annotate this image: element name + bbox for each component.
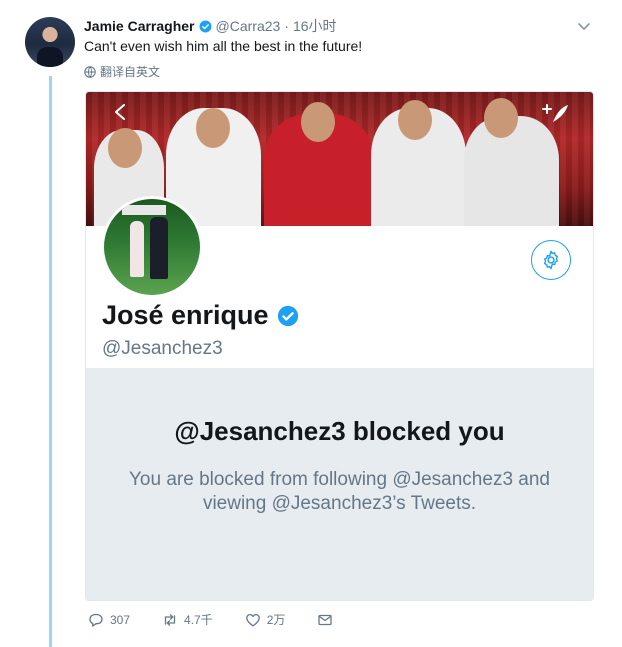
author-handle[interactable]: @Carra23: [216, 18, 281, 34]
tweet-header: Jamie Carragher @Carra23 · 16小时: [84, 16, 337, 36]
profile-display-name: José enrique: [102, 300, 269, 330]
like-count: 2万: [266, 613, 286, 627]
embedded-profile-screenshot[interactable]: José enrique @Jesanchez3 @Jesanchez3 blo…: [85, 91, 594, 601]
back-arrow-icon[interactable]: [114, 104, 126, 120]
gear-icon: [543, 250, 559, 270]
blocked-title: @Jesanchez3 blocked you: [174, 416, 505, 446]
settings-button[interactable]: [531, 240, 571, 280]
reply-count: 307: [110, 612, 131, 627]
blocked-message: You are blocked from following @Jesanche…: [128, 469, 550, 514]
direct-message-button[interactable]: [317, 612, 333, 628]
retweet-icon: [164, 613, 176, 626]
reply-icon: [89, 613, 103, 627]
author-avatar[interactable]: [25, 17, 75, 67]
compose-tweet-icon[interactable]: [541, 102, 569, 124]
reply-button[interactable]: 307: [88, 612, 130, 628]
author-name[interactable]: Jamie Carragher: [84, 18, 195, 34]
verified-badge-icon: [199, 20, 211, 32]
tweet-text: Can't even wish him all the best in the …: [84, 38, 363, 54]
blocked-notice: @Jesanchez3 blocked you You are blocked …: [86, 368, 593, 600]
verified-badge-icon: [277, 305, 298, 326]
retweet-button[interactable]: 4.7千: [162, 611, 213, 628]
profile-handle: @Jesanchez3: [102, 338, 223, 359]
like-button[interactable]: 2万: [245, 611, 286, 628]
header-separator: ·: [284, 18, 289, 34]
envelope-icon: [318, 614, 333, 625]
profile-photo[interactable]: [101, 196, 203, 298]
tweet-timestamp[interactable]: 16小时: [293, 16, 337, 36]
retweet-count: 4.7千: [184, 613, 213, 627]
translate-link[interactable]: 翻译自英文: [84, 63, 160, 80]
profile-display-name-row: José enrique: [102, 300, 299, 331]
heart-icon: [245, 613, 260, 626]
tweet-actions: 307 4.7千 2万: [88, 611, 365, 628]
translate-label: 翻译自英文: [100, 65, 161, 79]
globe-icon: [84, 65, 96, 78]
thread-line: [49, 76, 52, 647]
chevron-down-icon[interactable]: [576, 18, 592, 34]
